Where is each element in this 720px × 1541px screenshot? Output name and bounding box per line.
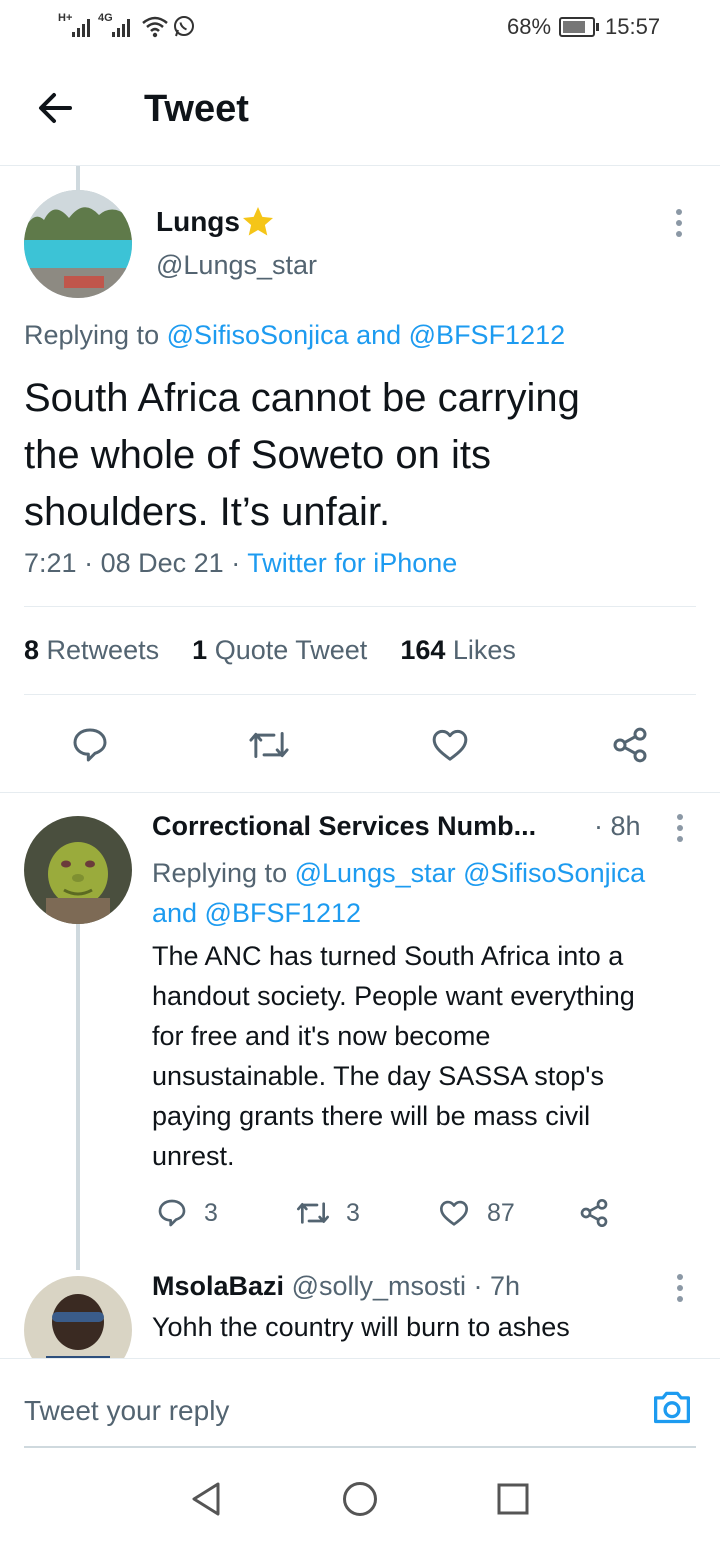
replying-to-mentions[interactable]: @SifisoSonjica and @BFSF1212 bbox=[167, 320, 566, 350]
tweet-meta: 7:21 · 08 Dec 21 · Twitter for iPhone bbox=[24, 548, 458, 578]
reply-icon[interactable] bbox=[156, 1197, 188, 1229]
tweet-text: South Africa cannot be carrying the whol… bbox=[24, 370, 580, 541]
tweet-text-line: the whole of Soweto on its bbox=[24, 433, 491, 477]
more-options-icon[interactable] bbox=[675, 1274, 685, 1304]
reply-header: MsolaBazi @solly_msosti · 7h bbox=[152, 1271, 520, 1302]
avatar-image bbox=[24, 190, 132, 298]
divider bbox=[24, 694, 696, 695]
reply-display-name[interactable]: MsolaBazi bbox=[152, 1271, 284, 1301]
battery-percent: 68% bbox=[507, 14, 552, 39]
user-handle[interactable]: @Lungs_star bbox=[156, 250, 317, 281]
reply-text-line: The ANC has turned South Africa into a bbox=[152, 941, 624, 971]
likes-stat[interactable]: 164 Likes bbox=[400, 635, 516, 665]
tweet-text-line: South Africa cannot be carrying bbox=[24, 376, 580, 420]
tweet-date: 08 Dec 21 bbox=[100, 548, 224, 578]
whatsapp-icon bbox=[174, 16, 194, 37]
avatar-correctional-services[interactable] bbox=[24, 816, 132, 924]
replying-to-mentions-2[interactable]: and @BFSF1212 bbox=[152, 893, 645, 933]
reply-text-line: unrest. bbox=[152, 1141, 235, 1171]
tweet-source[interactable]: Twitter for iPhone bbox=[247, 548, 457, 578]
thread-connector-top bbox=[76, 166, 80, 190]
replying-to-prefix: Replying to bbox=[24, 320, 160, 350]
retweet-count: 3 bbox=[346, 1199, 360, 1227]
quote-tweets-stat[interactable]: 1 Quote Tweet bbox=[192, 635, 367, 665]
page-title: Tweet bbox=[144, 88, 249, 130]
reply-text-line: unsustainable. The day SASSA stop's bbox=[152, 1061, 604, 1091]
clock: 15:57 bbox=[605, 14, 661, 39]
like-icon[interactable] bbox=[430, 725, 470, 765]
nav-recents-icon[interactable] bbox=[496, 1482, 530, 1516]
retweet-icon[interactable] bbox=[246, 725, 292, 765]
star-emoji-icon bbox=[243, 207, 273, 236]
display-name[interactable]: Lungs bbox=[156, 206, 240, 238]
reply-count: 3 bbox=[204, 1199, 218, 1227]
reply-handle[interactable]: @solly_msosti bbox=[292, 1271, 466, 1301]
nav-back-icon[interactable] bbox=[188, 1480, 224, 1518]
reply-input[interactable]: Tweet your reply bbox=[24, 1395, 229, 1427]
reply-composer[interactable]: Tweet your reply bbox=[0, 1358, 720, 1448]
like-icon[interactable] bbox=[438, 1197, 470, 1229]
avatar-lungs[interactable] bbox=[24, 190, 132, 298]
tweet-time: 7:21 bbox=[24, 548, 77, 578]
reply-text-line: Yohh the country will burn to ashes bbox=[152, 1312, 570, 1342]
wifi-icon bbox=[142, 16, 168, 38]
replying-to-line: Replying to @SifisoSonjica and @BFSF1212 bbox=[24, 320, 565, 351]
thread-line bbox=[76, 924, 80, 1270]
like-count: 87 bbox=[487, 1199, 515, 1227]
battery-tip bbox=[596, 23, 599, 31]
more-options-icon[interactable] bbox=[675, 814, 685, 844]
camera-icon[interactable] bbox=[650, 1387, 694, 1427]
avatar-image bbox=[24, 816, 132, 924]
status-bar: H+ 4G 68% 15:57 bbox=[0, 0, 720, 56]
reply-text-line: handout society. People want everything bbox=[152, 981, 635, 1011]
top-app-bar: Tweet bbox=[0, 56, 720, 166]
retweet-icon[interactable] bbox=[294, 1197, 332, 1229]
reply-text-line: for free and it's now become bbox=[152, 1021, 491, 1051]
reply-icon[interactable] bbox=[70, 725, 110, 765]
share-icon[interactable] bbox=[610, 725, 650, 765]
reply-time-ago: · 8h bbox=[594, 811, 641, 841]
more-options-icon[interactable] bbox=[674, 209, 684, 239]
reply-display-name[interactable]: Correctional Services Numb... bbox=[152, 811, 536, 842]
reply-text-line: paying grants there will be mass civil bbox=[152, 1101, 591, 1131]
retweets-stat[interactable]: 8 Retweets bbox=[24, 635, 159, 665]
signal-strength-icon-2 bbox=[112, 19, 130, 37]
divider bbox=[24, 606, 696, 607]
nav-home-icon[interactable] bbox=[341, 1480, 379, 1518]
tweet-text-line: shoulders. It’s unfair. bbox=[24, 490, 391, 534]
system-navigation-bar bbox=[0, 1448, 720, 1541]
signal-strength-icon bbox=[72, 19, 90, 37]
reply-text: The ANC has turned South Africa into a h… bbox=[152, 936, 635, 1176]
replying-to-mentions[interactable]: @Lungs_star @SifisoSonjica bbox=[295, 858, 646, 888]
reply-replying-to: Replying to @Lungs_star @SifisoSonjica a… bbox=[152, 853, 645, 933]
replying-to-prefix: Replying to bbox=[152, 858, 288, 888]
reply-time-ago: · 7h bbox=[473, 1271, 521, 1301]
share-icon[interactable] bbox=[578, 1197, 610, 1229]
tweet-stats: 8 Retweets 1 Quote Tweet 164 Likes bbox=[24, 635, 516, 666]
section-divider bbox=[0, 792, 720, 793]
battery-icon bbox=[559, 17, 595, 37]
back-arrow-icon[interactable] bbox=[34, 86, 78, 130]
